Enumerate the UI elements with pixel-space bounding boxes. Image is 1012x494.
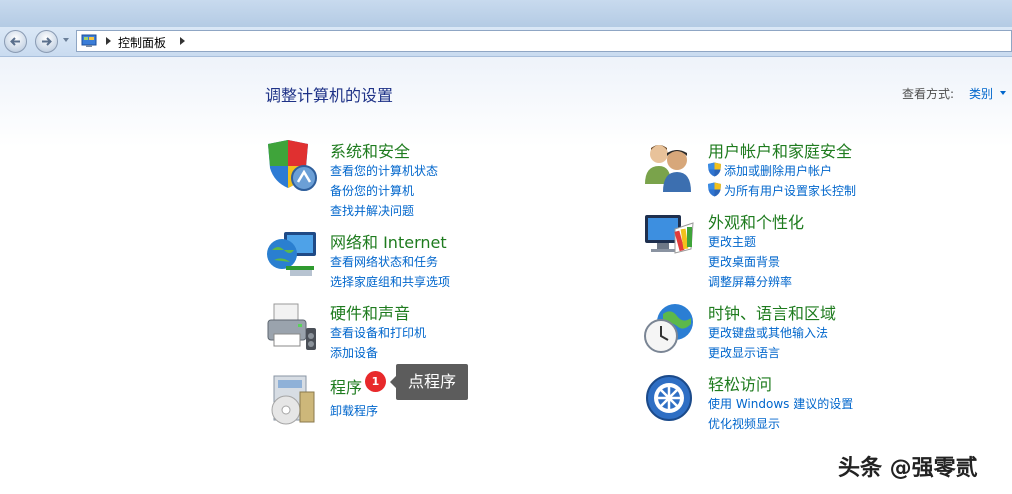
category-appearance[interactable]: 外观和个性化 [708, 209, 804, 233]
view-by-label: 查看方式: [902, 87, 955, 101]
breadcrumb-control-panel[interactable]: 控制面板 [118, 34, 166, 51]
link-parental-controls[interactable]: 为所有用户设置家长控制 [724, 182, 856, 199]
category-ease-of-access[interactable]: 轻松访问 [708, 371, 772, 395]
clock-globe-icon[interactable] [641, 300, 697, 356]
back-button[interactable] [4, 30, 27, 53]
breadcrumb-chevron-icon[interactable] [106, 37, 111, 45]
link-desktop-background[interactable]: 更改桌面背景 [708, 253, 780, 270]
recent-pages-dropdown[interactable] [63, 38, 69, 42]
link-homegroup-sharing[interactable]: 选择家庭组和共享选项 [330, 273, 450, 290]
window-title-bar [0, 0, 1012, 27]
category-user-accounts[interactable]: 用户帐户和家庭安全 [708, 138, 852, 162]
view-by-dropdown[interactable]: 类别 [969, 85, 993, 102]
navigation-bar: 控制面板 [0, 27, 1012, 57]
link-add-device[interactable]: 添加设备 [330, 344, 378, 361]
link-devices-printers[interactable]: 查看设备和打印机 [330, 324, 426, 341]
programs-icon[interactable] [264, 372, 320, 428]
shield-icon[interactable] [264, 138, 320, 194]
category-clock-language-region[interactable]: 时钟、语言和区域 [708, 300, 836, 324]
watermark: 头条 @强零贰 [838, 456, 978, 481]
network-icon[interactable] [264, 228, 320, 284]
printer-icon[interactable] [264, 300, 320, 356]
breadcrumb-chevron-icon[interactable] [180, 37, 185, 45]
forward-button[interactable] [35, 30, 58, 53]
ease-of-access-icon[interactable] [641, 372, 697, 428]
link-find-fix-problems[interactable]: 查找并解决问题 [330, 202, 414, 219]
link-backup-computer[interactable]: 备份您的计算机 [330, 182, 414, 199]
link-screen-resolution[interactable]: 调整屏幕分辨率 [708, 273, 792, 290]
appearance-icon[interactable] [641, 209, 697, 265]
link-uninstall-program[interactable]: 卸载程序 [330, 402, 378, 419]
annotation-tooltip: 点程序 [390, 364, 468, 400]
link-recommended-settings[interactable]: 使用 Windows 建议的设置 [708, 395, 853, 412]
users-icon[interactable] [641, 138, 697, 194]
uac-shield-icon [708, 162, 721, 177]
link-add-remove-accounts[interactable]: 添加或删除用户帐户 [724, 162, 832, 179]
step-number-badge: 1 [365, 371, 386, 392]
uac-shield-icon [708, 182, 721, 197]
chevron-down-icon[interactable] [1000, 91, 1006, 95]
content-area [0, 57, 1012, 494]
category-hardware-sound[interactable]: 硬件和声音 [330, 300, 410, 324]
category-system-security[interactable]: 系统和安全 [330, 138, 410, 162]
page-title: 调整计算机的设置 [265, 86, 394, 105]
control-panel-icon [81, 34, 97, 47]
link-network-status[interactable]: 查看网络状态和任务 [330, 253, 438, 270]
link-view-computer-status[interactable]: 查看您的计算机状态 [330, 162, 438, 179]
back-arrow-icon [10, 37, 20, 46]
forward-arrow-icon [42, 37, 52, 46]
address-bar[interactable]: 控制面板 [76, 30, 1012, 52]
link-optimize-display[interactable]: 优化视频显示 [708, 415, 780, 432]
link-display-language[interactable]: 更改显示语言 [708, 344, 780, 361]
link-keyboard-input[interactable]: 更改键盘或其他输入法 [708, 324, 828, 341]
category-network-internet[interactable]: 网络和 Internet [330, 229, 447, 253]
link-change-theme[interactable]: 更改主题 [708, 233, 756, 250]
category-programs[interactable]: 程序 [330, 374, 362, 398]
